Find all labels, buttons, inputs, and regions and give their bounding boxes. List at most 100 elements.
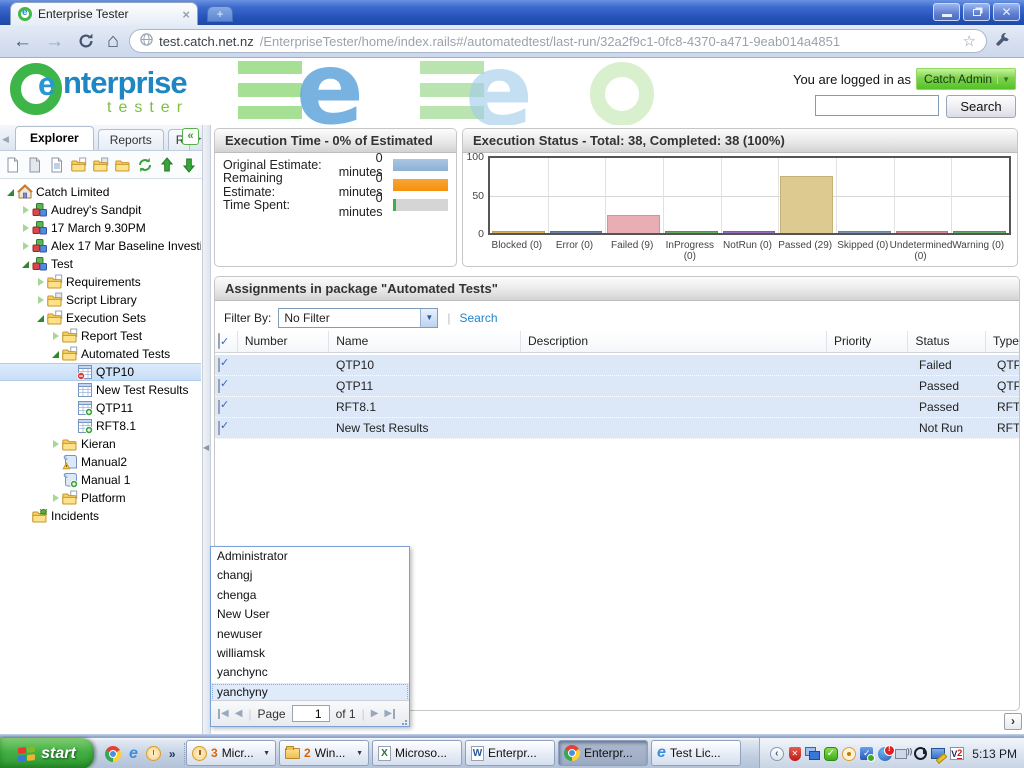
display-settings-icon[interactable]: [931, 746, 946, 761]
browser-tab[interactable]: e Enterprise Tester ×: [10, 2, 198, 25]
filter-dropdown[interactable]: No Filter ▼: [278, 308, 438, 328]
sync-box-icon[interactable]: ✓: [860, 747, 873, 760]
column-header-type[interactable]: Type: [985, 331, 1019, 352]
tree-item-execution-sets[interactable]: Execution Sets: [0, 309, 201, 327]
row-checkbox[interactable]: [218, 358, 220, 372]
ie-icon[interactable]: e: [129, 746, 138, 762]
outlook-reminder-icon[interactable]: [842, 747, 856, 761]
outlook-icon[interactable]: [146, 746, 161, 761]
tab-explorer[interactable]: Explorer: [15, 126, 94, 150]
table-row[interactable]: RFT8.1PassedRFT: [215, 397, 1019, 418]
tab-close-icon[interactable]: ×: [182, 7, 190, 22]
next-page-icon[interactable]: ▶: [371, 709, 379, 719]
start-button[interactable]: start: [0, 738, 94, 768]
network-activity-icon[interactable]: [895, 746, 910, 761]
tree-toggle-icon[interactable]: [49, 332, 62, 340]
folder-icon[interactable]: [115, 157, 131, 173]
move-up-icon[interactable]: [159, 157, 175, 173]
move-down-icon[interactable]: [181, 157, 197, 173]
refresh-icon[interactable]: [137, 157, 153, 173]
expand-panel-button[interactable]: ›: [1004, 713, 1022, 730]
table-row[interactable]: QTP10FailedQTP: [215, 355, 1019, 376]
tree-item-qtp10[interactable]: QTP10: [0, 363, 201, 381]
collapse-sidebar-button[interactable]: «: [182, 128, 199, 145]
tray-clock[interactable]: 5:13 PM: [972, 747, 1017, 761]
tree-item-requirements[interactable]: Requirements: [0, 273, 201, 291]
user-list-item[interactable]: yanchync: [211, 663, 409, 682]
close-button[interactable]: ✕: [993, 3, 1020, 21]
tree-toggle-icon[interactable]: [19, 261, 32, 268]
new-tab-button[interactable]: +: [207, 6, 233, 22]
address-bar[interactable]: test.catch.net.nz/EnterpriseTester/home/…: [129, 29, 987, 53]
row-checkbox[interactable]: [218, 421, 220, 435]
restore-button[interactable]: [963, 3, 990, 21]
power-icon[interactable]: [914, 747, 927, 760]
splitter-collapse-icon[interactable]: ◀: [203, 443, 209, 452]
page-number-input[interactable]: [292, 705, 330, 722]
tree-item-new-test-results[interactable]: New Test Results: [0, 381, 201, 399]
user-list-item[interactable]: changj: [211, 566, 409, 585]
bookmark-star-icon[interactable]: ☆: [963, 32, 976, 50]
tree-item-alex-17-mar-baseline-investiga[interactable]: Alex 17 Mar Baseline Investiga: [0, 237, 201, 255]
user-list-item[interactable]: New User: [211, 605, 409, 624]
tree-item-platform[interactable]: Platform: [0, 489, 201, 507]
tree-item-test[interactable]: Test: [0, 255, 201, 273]
column-header-description[interactable]: Description: [520, 331, 826, 352]
chrome-icon[interactable]: [105, 746, 121, 762]
tree-toggle-icon[interactable]: [49, 351, 62, 358]
tree-toggle-icon[interactable]: [34, 278, 47, 286]
previous-page-icon[interactable]: ◀: [235, 709, 243, 719]
network-computers-icon[interactable]: [805, 746, 820, 761]
tree-toggle-icon[interactable]: [49, 440, 62, 448]
minimize-button[interactable]: [933, 3, 960, 21]
first-page-icon[interactable]: ◀: [218, 709, 229, 719]
tree-toggle-icon[interactable]: [19, 224, 32, 232]
wrench-menu-button[interactable]: [995, 33, 1012, 50]
tree-item-report-test[interactable]: Report Test: [0, 327, 201, 345]
tree-toggle-icon[interactable]: [34, 315, 47, 322]
last-page-icon[interactable]: ▶: [384, 709, 395, 719]
table-row[interactable]: QTP11PassedQTP: [215, 376, 1019, 397]
user-list-item[interactable]: newuser: [211, 625, 409, 644]
collapse-chevron-icon[interactable]: ‹: [770, 747, 784, 761]
tab-reports[interactable]: Reports: [98, 129, 164, 150]
home-button[interactable]: ⌂: [107, 31, 119, 51]
user-list-item[interactable]: Administrator: [211, 547, 409, 566]
chevron-down-icon[interactable]: ▼: [420, 309, 437, 327]
tree-item-kieran[interactable]: Kieran: [0, 435, 201, 453]
quick-launch-overflow-icon[interactable]: »: [169, 747, 176, 761]
taskbar-button[interactable]: XMicroso...: [372, 740, 462, 766]
table-row[interactable]: New Test ResultsNot RunRFT: [215, 418, 1019, 439]
row-checkbox[interactable]: [218, 379, 220, 393]
column-header-number[interactable]: Number: [237, 331, 328, 352]
tree-toggle-icon[interactable]: [49, 494, 62, 502]
search-input[interactable]: [815, 95, 939, 116]
back-button[interactable]: ←: [13, 32, 32, 51]
column-header-name[interactable]: Name: [328, 331, 520, 352]
search-link[interactable]: Search: [459, 311, 497, 325]
tree-item-manual2[interactable]: Manual2: [0, 453, 201, 471]
tree-item-script-library[interactable]: Script Library: [0, 291, 201, 309]
user-list-item[interactable]: williamsk: [211, 644, 409, 663]
tree-item-rft8-1[interactable]: RFT8.1: [0, 417, 201, 435]
taskbar-button[interactable]: eTest Lic...: [651, 740, 741, 766]
taskbar-button[interactable]: Enterpr...: [558, 740, 648, 766]
column-header-priority[interactable]: Priority: [826, 331, 908, 352]
column-header-status[interactable]: Status: [907, 331, 985, 352]
tree-item-manual-1[interactable]: Manual 1: [0, 471, 201, 489]
open-folder-doc-icon[interactable]: [71, 157, 87, 173]
new-document-icon[interactable]: [5, 157, 21, 173]
resize-grip-icon[interactable]: [401, 718, 408, 725]
report-document-icon[interactable]: [49, 157, 65, 173]
tree-toggle-icon[interactable]: [19, 242, 32, 250]
folder-doc-icon[interactable]: [93, 157, 109, 173]
taskbar-button[interactable]: 3Micr...▼: [186, 740, 276, 766]
taskbar-button[interactable]: WEnterpr...: [465, 740, 555, 766]
security-alert-icon[interactable]: ✕: [789, 747, 801, 761]
wireless-alert-icon[interactable]: [878, 747, 892, 761]
select-all-checkbox[interactable]: [218, 333, 220, 349]
tree-toggle-icon[interactable]: [4, 189, 17, 196]
tree-item-catch-limited[interactable]: Catch Limited: [0, 183, 201, 201]
vnc-v2-icon[interactable]: V2: [950, 747, 964, 760]
user-list-item[interactable]: chenga: [211, 586, 409, 605]
